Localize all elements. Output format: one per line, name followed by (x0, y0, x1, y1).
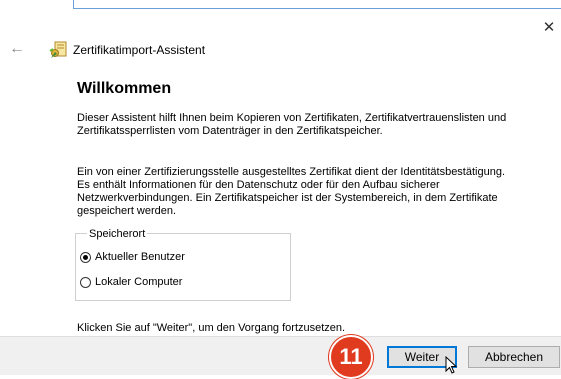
radio-current-user[interactable]: Aktueller Benutzer (80, 251, 185, 263)
continue-hint: Klicken Sie auf "Weiter", um den Vorgang… (77, 322, 346, 334)
back-arrow-icon: ← (9, 40, 25, 57)
step-number-badge: 11 (329, 335, 373, 379)
back-button[interactable]: ← (9, 40, 27, 58)
radio-unselected-icon (80, 276, 91, 288)
radio-selected-icon (80, 251, 91, 263)
storage-location-legend: Speicherort (87, 228, 148, 240)
intro-paragraph: Dieser Assistent hilft Ihnen beim Kopier… (77, 112, 507, 137)
description-paragraph: Ein von einer Zertifizierungsstelle ausg… (77, 166, 506, 217)
cancel-button[interactable]: Abbrechen (468, 346, 560, 368)
window-title: Zertifikatimport-Assistent (73, 43, 206, 57)
close-icon: ✕ (542, 19, 556, 36)
previous-window-edge (73, 0, 561, 9)
radio-current-user-label: Aktueller Benutzer (95, 251, 185, 263)
radio-local-computer[interactable]: Lokaler Computer (80, 276, 182, 288)
mouse-pointer-icon (445, 355, 458, 374)
radio-local-computer-label: Lokaler Computer (95, 276, 183, 288)
certificate-wizard-icon (49, 40, 69, 60)
storage-location-group (75, 233, 291, 301)
page-title: Willkommen (77, 80, 172, 97)
close-button[interactable]: ✕ (541, 20, 557, 36)
